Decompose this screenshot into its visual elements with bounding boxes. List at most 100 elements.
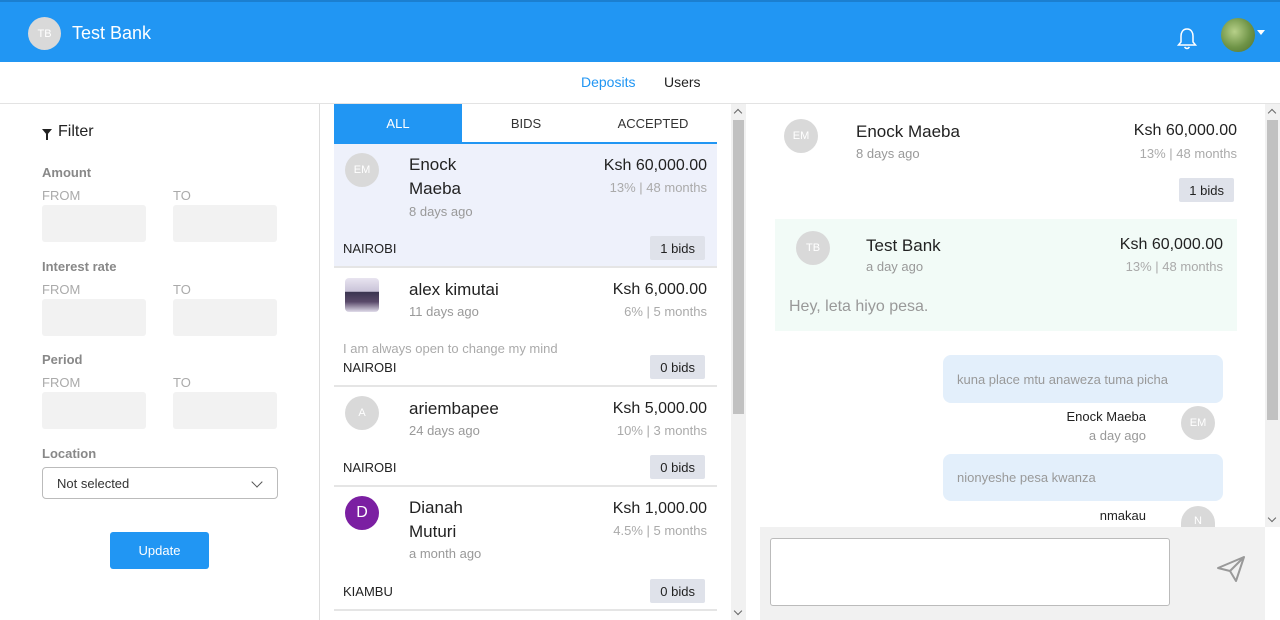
deposit-location: KIAMBU	[343, 584, 393, 599]
deposit-card[interactable]: alex kimutai 11 days ago Ksh 6,000.00 6%…	[334, 268, 717, 387]
bell-icon[interactable]	[1175, 26, 1199, 52]
deposit-amount: Ksh 6,000.00	[612, 281, 707, 298]
send-icon[interactable]	[1216, 555, 1246, 583]
avatar: D	[345, 496, 379, 530]
deposit-tabs: ALL BIDS ACCEPTED	[334, 104, 717, 144]
tab-bids[interactable]: BIDS	[462, 104, 590, 142]
filter-icon	[42, 129, 52, 140]
bid-amount: Ksh 60,000.00	[1119, 236, 1223, 253]
filter-panel: Filter Amount FROM TO Interest rate FROM…	[0, 104, 320, 620]
deposit-terms: 4.5% | 5 months	[613, 523, 707, 538]
chat-author: Enock Maeba	[1066, 409, 1147, 424]
avatar: EM	[784, 119, 818, 153]
period-from-label: FROM	[42, 375, 81, 390]
app-header: TB Test Bank	[0, 0, 1280, 62]
message-input[interactable]	[770, 538, 1170, 606]
amount-from-label: FROM	[42, 188, 81, 203]
deposit-location: NAIROBI	[343, 360, 397, 375]
deposit-terms: 10% | 3 months	[616, 423, 707, 438]
depositor-name: Enock Maeba	[409, 155, 461, 198]
scroll-up-icon[interactable]	[1267, 108, 1277, 118]
amount-to-input[interactable]	[173, 205, 277, 242]
deposit-amount: Ksh 5,000.00	[612, 400, 707, 417]
bid-terms: 13% | 48 months	[1125, 259, 1223, 274]
bids-badge: 0 bids	[650, 455, 705, 479]
period-from-input[interactable]	[42, 392, 146, 429]
depositor-name: ariembapee	[409, 399, 499, 418]
avatar: EM	[345, 153, 379, 187]
deposit-detail-panel: EM Enock Maeba 8 days ago Ksh 60,000.00 …	[760, 104, 1280, 620]
bid-message: Hey, leta hiyo pesa.	[789, 298, 929, 315]
interest-from-input[interactable]	[42, 299, 146, 336]
scrollbar-thumb[interactable]	[733, 120, 744, 414]
bids-badge: 0 bids	[650, 355, 705, 379]
detail-scrollbar[interactable]	[1265, 104, 1280, 527]
avatar: TB	[796, 231, 830, 265]
bids-badge: 0 bids	[650, 579, 705, 603]
tab-all[interactable]: ALL	[334, 104, 462, 142]
amount-to-label: TO	[173, 188, 191, 203]
deposit-time: 11 days ago	[409, 304, 479, 319]
deposit-card[interactable]: D Dianah Muturi a month ago Ksh 1,000.00 …	[334, 487, 717, 611]
interest-to-label: TO	[173, 282, 191, 297]
detail-terms: 13% | 48 months	[1139, 146, 1237, 161]
list-scrollbar[interactable]	[731, 104, 746, 620]
nav-deposits[interactable]: Deposits	[581, 74, 635, 90]
user-avatar-icon[interactable]	[1221, 18, 1255, 52]
tab-accepted[interactable]: ACCEPTED	[589, 104, 717, 142]
deposit-time: 8 days ago	[409, 204, 473, 219]
bid-card[interactable]: TB Test Bank a day ago Ksh 60,000.00 13%…	[775, 219, 1237, 331]
depositor-name: alex kimutai	[409, 280, 499, 299]
interest-from-label: FROM	[42, 282, 81, 297]
detail-name: Enock Maeba	[856, 122, 960, 141]
filter-title: Filter	[42, 123, 94, 141]
deposit-location: NAIROBI	[343, 241, 397, 256]
brand-avatar: TB	[28, 17, 61, 50]
period-to-input[interactable]	[173, 392, 277, 429]
bid-time: a day ago	[866, 259, 924, 274]
main-nav: Deposits Users	[0, 62, 1280, 104]
deposit-time: 24 days ago	[409, 423, 480, 438]
bidder-name: Test Bank	[866, 236, 941, 255]
chat-bubble: nionyeshe pesa kwanza	[943, 454, 1223, 501]
avatar: A	[345, 396, 379, 430]
period-to-label: TO	[173, 375, 191, 390]
avatar: EM	[1181, 406, 1215, 440]
deposit-card[interactable]: A ariembapee 24 days ago Ksh 5,000.00 10…	[334, 387, 717, 487]
message-composer	[760, 527, 1265, 620]
chat-time: a day ago	[1088, 428, 1146, 443]
deposit-amount: Ksh 60,000.00	[603, 157, 707, 174]
deposit-location: NAIROBI	[343, 460, 397, 475]
depositor-name: Dianah Muturi	[409, 498, 463, 541]
deposit-terms: 13% | 48 months	[609, 180, 707, 195]
deposit-terms: 6% | 5 months	[624, 304, 707, 319]
chevron-down-icon	[251, 476, 263, 488]
update-button[interactable]: Update	[110, 532, 209, 569]
interest-label: Interest rate	[42, 259, 117, 274]
interest-to-input[interactable]	[173, 299, 277, 336]
location-select-value: Not selected	[57, 476, 130, 491]
bids-badge: 1 bids	[1179, 178, 1234, 202]
amount-label: Amount	[42, 165, 92, 180]
chat-bubble: kuna place mtu anaweza tuma picha	[943, 355, 1223, 403]
deposits-list-panel: ALL BIDS ACCEPTED EM Enock Maeba 8 days a…	[320, 104, 746, 620]
scrollbar-thumb[interactable]	[1267, 120, 1278, 420]
scroll-down-icon[interactable]	[733, 606, 743, 616]
deposit-time: a month ago	[409, 546, 482, 561]
filter-title-label: Filter	[58, 123, 94, 140]
scroll-down-icon[interactable]	[1267, 513, 1277, 523]
chat-author: nmakau	[1099, 508, 1146, 523]
location-select[interactable]: Not selected	[42, 467, 278, 499]
deposit-card[interactable]: EM Enock Maeba 8 days ago Ksh 60,000.00 1…	[334, 144, 717, 268]
amount-from-input[interactable]	[42, 205, 146, 242]
chevron-down-icon[interactable]	[1257, 30, 1265, 35]
brand-name[interactable]: Test Bank	[72, 23, 151, 44]
detail-time: 8 days ago	[856, 146, 920, 161]
deposit-message: I am always open to change my mind	[343, 341, 558, 356]
nav-users[interactable]: Users	[664, 74, 701, 90]
location-label: Location	[42, 446, 97, 461]
avatar	[345, 278, 379, 312]
detail-amount: Ksh 60,000.00	[1133, 122, 1237, 139]
period-label: Period	[42, 352, 83, 367]
scroll-up-icon[interactable]	[733, 108, 743, 118]
